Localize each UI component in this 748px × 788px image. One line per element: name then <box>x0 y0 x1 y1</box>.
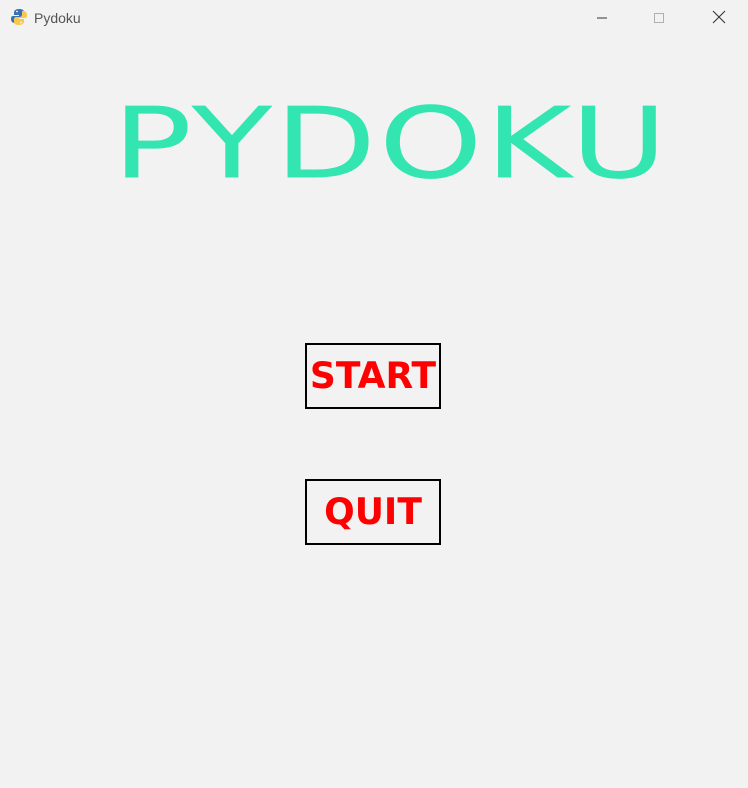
game-title: PYDOKU <box>112 86 670 202</box>
window-title: Pydoku <box>34 10 81 26</box>
title-bar[interactable]: Pydoku <box>0 0 748 36</box>
start-button-label: START <box>309 355 437 397</box>
maximize-button[interactable] <box>636 0 682 36</box>
maximize-icon <box>653 9 665 28</box>
quit-button-label: QUIT <box>324 491 422 533</box>
pydoku-window: Pydoku PYDOKU START QUIT <box>0 0 748 788</box>
python-snake-icon <box>10 8 28 26</box>
minimize-icon <box>596 9 608 28</box>
close-icon <box>712 9 726 28</box>
start-button[interactable]: START <box>305 343 441 409</box>
close-button[interactable] <box>696 0 742 36</box>
quit-button[interactable]: QUIT <box>305 479 441 545</box>
minimize-button[interactable] <box>579 0 625 36</box>
